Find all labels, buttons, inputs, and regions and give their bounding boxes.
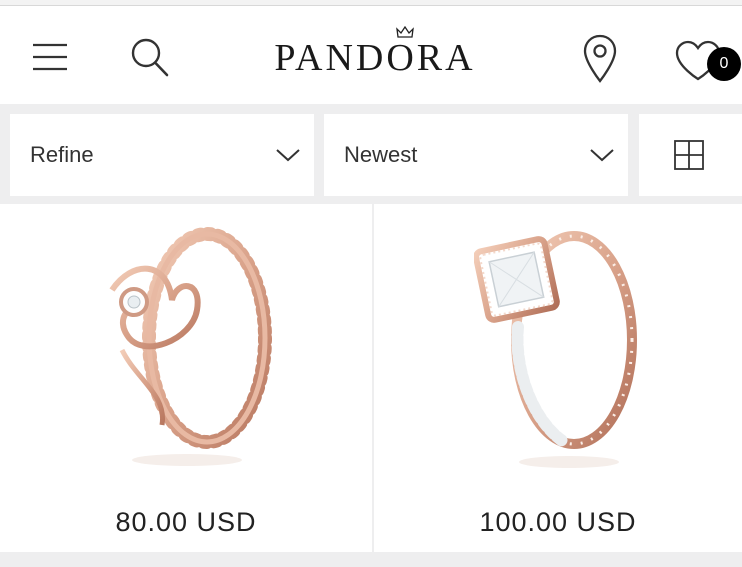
grid-view-icon [674,140,704,170]
product-grid: 80.00 USD 100.00 USD [0,204,742,552]
search-icon[interactable] [130,36,170,78]
filter-bar: Refine Newest [0,104,742,204]
sort-dropdown[interactable]: Newest [324,114,628,196]
sort-label: Newest [344,142,418,167]
grid-view-button[interactable] [639,114,742,196]
chevron-down-icon [590,149,614,162]
brand-logo[interactable]: PANDORA [264,36,486,80]
product-image[interactable] [474,222,649,472]
chevron-down-icon [276,149,300,162]
location-pin-icon[interactable] [583,34,617,84]
site-header: PANDORA 0 [0,6,742,104]
product-price: 100.00 USD [479,507,637,537]
refine-dropdown[interactable]: Refine [10,114,314,196]
refine-label: Refine [30,142,94,167]
product-card[interactable]: 100.00 USD [374,204,742,552]
product-image[interactable] [92,220,282,470]
wishlist-count-badge[interactable]: 0 [707,47,741,81]
product-card[interactable]: 80.00 USD [0,204,372,552]
menu-icon[interactable] [32,42,68,72]
product-price: 80.00 USD [115,507,257,537]
